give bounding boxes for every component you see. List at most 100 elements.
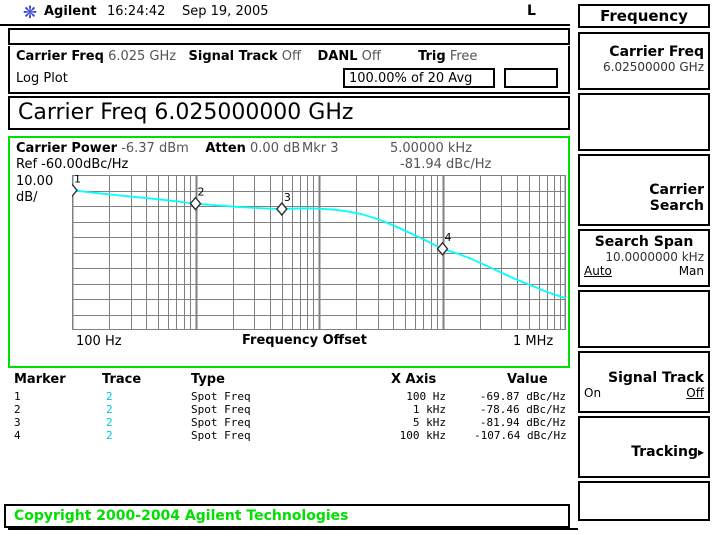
softkey-carrier-search-label-2: Search	[580, 198, 708, 214]
softkey-carrier-search[interactable]: Carrier Search	[578, 154, 710, 226]
active-function-box[interactable]: Carrier Freq 6.025000000 GHz	[8, 96, 570, 130]
trig-label: Trig	[418, 49, 446, 64]
col-header-marker: Marker	[14, 372, 66, 387]
marker-cell-marker: 4	[14, 429, 21, 442]
marker-cell-type: Spot Freq	[191, 416, 251, 429]
measurement-panel: Carrier Freq 6.025 GHz Signal Track Off …	[8, 28, 572, 500]
active-function-text: Carrier Freq 6.025000000 GHz	[18, 100, 353, 125]
trace-canvas: 1 2 3 4	[72, 175, 566, 330]
marker-cell-x: 5 kHz	[386, 416, 446, 429]
softkey-tracking-label: Tracking▸	[580, 444, 708, 460]
active-marker-y: -81.94 dBc/Hz	[400, 157, 491, 172]
marker-cell-type: Spot Freq	[191, 403, 251, 416]
danl-value: Off	[362, 49, 381, 64]
marker-cell-type: Spot Freq	[191, 429, 251, 442]
x-axis-end-label: 1 MHz	[513, 334, 553, 349]
trig-value: Free	[450, 49, 478, 64]
marker-cell-marker: 2	[14, 403, 21, 416]
x-axis-title: Frequency Offset	[242, 333, 367, 348]
atten-label: Atten	[205, 141, 246, 156]
x-axis-start-label: 100 Hz	[76, 334, 122, 349]
scale-per-div-value: 10.00	[16, 174, 53, 189]
softkey-carrier-freq-label: Carrier Freq	[580, 44, 708, 60]
copyright-text: Copyright 2000-2004 Agilent Technologies	[14, 508, 349, 524]
marker-cell-value: -78.46 dBc/Hz	[474, 403, 566, 416]
marker-number-label: 2	[198, 186, 205, 199]
softkey-search-span[interactable]: Search Span 10.0000000 kHz Auto Man	[578, 229, 710, 287]
active-marker-x: 5.00000 kHz	[390, 141, 472, 156]
softkey-blank-1[interactable]	[578, 93, 710, 151]
danl-label: DANL	[318, 49, 358, 64]
marker-cell-x: 100 kHz	[386, 429, 446, 442]
marker-diamond[interactable]	[72, 184, 77, 196]
header-divider	[0, 24, 570, 26]
softkey-tracking-text: Tracking	[631, 444, 698, 460]
marker-cell-x: 100 Hz	[386, 390, 446, 403]
softkey-blank-3[interactable]	[578, 481, 710, 521]
col-header-xaxis: X Axis	[391, 372, 436, 387]
instrument-screen: ❋ Agilent 16:24:42 Sep 19, 2005 L Carrie…	[0, 0, 714, 534]
line-indicator: L	[527, 3, 536, 19]
col-header-type: Type	[191, 372, 225, 387]
softkey-search-span-man[interactable]: Man	[679, 264, 704, 278]
col-header-value: Value	[507, 372, 548, 387]
settings-line-1: Carrier Freq 6.025 GHz Signal Track Off …	[16, 49, 477, 64]
marker-number-label: 3	[284, 191, 291, 204]
softkey-search-span-label: Search Span	[580, 234, 708, 250]
softkey-tracking[interactable]: Tracking▸	[578, 416, 710, 478]
marker-table: Marker Trace Type X Axis Value 12Spot Fr…	[8, 372, 570, 464]
carrier-power-value: -6.37 dBm	[121, 141, 189, 156]
marker-diamond[interactable]	[191, 198, 201, 210]
clock-date: Sep 19, 2005	[182, 4, 269, 19]
softkey-signal-track-label: Signal Track	[580, 370, 708, 386]
softkey-carrier-freq-value: 6.02500000 GHz	[580, 60, 708, 74]
carrier-freq-label: Carrier Freq	[16, 49, 104, 64]
graph-display[interactable]: Carrier Power -6.37 dBm Atten 0.00 dB Mk…	[8, 136, 570, 368]
settings-info-box: Carrier Freq 6.025 GHz Signal Track Off …	[8, 46, 570, 94]
marker-cell-value: -81.94 dBc/Hz	[474, 416, 566, 429]
average-status-box: 100.00% of 20 Avg	[343, 68, 495, 88]
softkey-signal-track-on[interactable]: On	[584, 386, 601, 400]
marker-number-label: 1	[74, 175, 81, 185]
submenu-arrow-icon: ▸	[698, 445, 704, 459]
softkey-search-span-value: 10.0000000 kHz	[580, 250, 708, 264]
mode-label: Log Plot	[16, 71, 68, 86]
ref-level-label: Ref -60.00dBc/Hz	[16, 157, 128, 172]
brand-label: Agilent	[44, 4, 97, 19]
softkey-carrier-freq[interactable]: Carrier Freq 6.02500000 GHz	[578, 32, 710, 90]
signal-track-label: Signal Track	[189, 49, 278, 64]
title-bar-box	[8, 28, 570, 45]
plot-area[interactable]: 1 2 3 4	[72, 175, 566, 330]
marker-cell-trace: 2	[106, 390, 113, 403]
softkey-search-span-auto[interactable]: Auto	[584, 264, 612, 278]
marker-cell-value: -107.64 dBc/Hz	[474, 429, 566, 442]
softkey-signal-track[interactable]: Signal Track On Off	[578, 351, 710, 413]
softkey-signal-track-off[interactable]: Off	[686, 386, 704, 400]
softkey-menu-title-label: Frequency	[580, 6, 708, 26]
marker-cell-value: -69.87 dBc/Hz	[474, 390, 566, 403]
marker-diamond[interactable]	[277, 203, 287, 215]
marker-cell-x: 1 kHz	[386, 403, 446, 416]
signal-track-value: Off	[282, 49, 301, 64]
marker-cell-trace: 2	[106, 403, 113, 416]
scale-per-div-unit: dB/	[16, 190, 38, 205]
softkey-search-span-toggle[interactable]: Auto Man	[580, 264, 708, 279]
softkey-blank-2[interactable]	[578, 290, 710, 348]
marker-cell-marker: 3	[14, 416, 21, 429]
carrier-power-label: Carrier Power	[16, 141, 117, 156]
softkey-signal-track-toggle[interactable]: On Off	[580, 386, 708, 401]
marker-cell-type: Spot Freq	[191, 390, 251, 403]
footer-divider	[8, 528, 578, 530]
clock-time: 16:24:42	[107, 4, 165, 19]
marker-cell-marker: 1	[14, 390, 21, 403]
softkey-carrier-search-label-1: Carrier	[580, 182, 708, 198]
copyright-box: Copyright 2000-2004 Agilent Technologies	[4, 504, 570, 528]
marker-number-label: 4	[445, 231, 452, 244]
col-header-trace: Trace	[102, 372, 141, 387]
active-marker-label: Mkr 3	[302, 141, 339, 156]
status-indicator-box	[504, 68, 558, 88]
carrier-freq-value: 6.025 GHz	[108, 49, 176, 64]
marker-cell-trace: 2	[106, 429, 113, 442]
softkey-menu-title: Frequency	[578, 4, 710, 28]
atten-value: 0.00 dB	[250, 141, 300, 156]
